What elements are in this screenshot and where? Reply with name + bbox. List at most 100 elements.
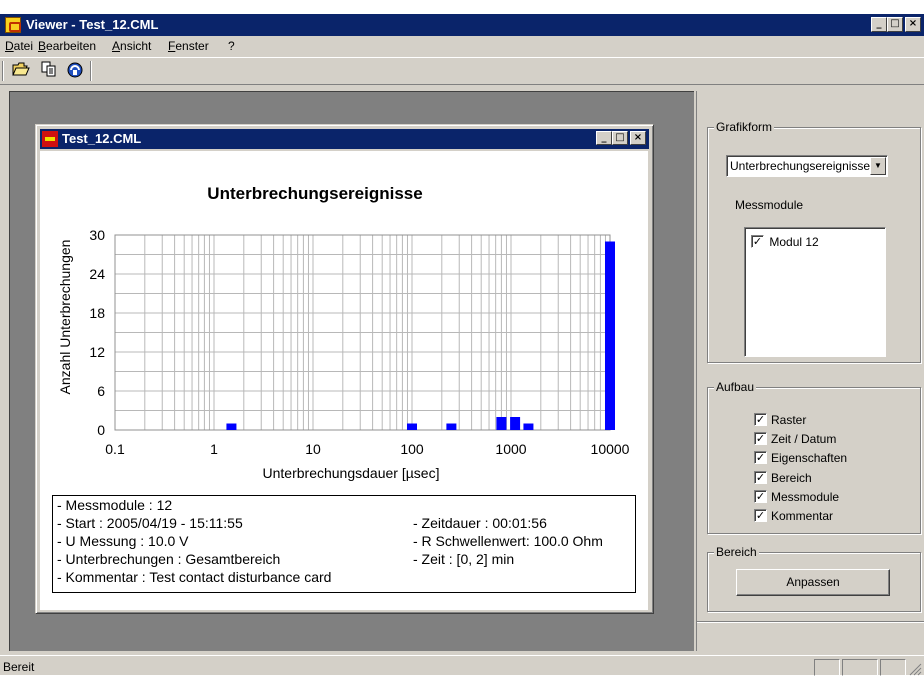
info-zeit: - Zeit : [0, 2] min bbox=[413, 551, 515, 567]
menu-bar: Datei Bearbeiten Ansicht Fenster ? bbox=[0, 36, 924, 55]
grid bbox=[114, 234, 611, 431]
minimize-icon[interactable]: _ bbox=[596, 131, 612, 145]
network-icon[interactable] bbox=[64, 61, 86, 81]
close-icon[interactable]: × bbox=[905, 17, 921, 32]
copy-icon[interactable] bbox=[38, 61, 60, 81]
viewer-app-window: Viewer - Test_12.CML _ □ × Datei Bearbei… bbox=[0, 14, 924, 676]
status-text: Bereit bbox=[3, 660, 35, 674]
option-messmodule[interactable]: ✓ Messmodule bbox=[754, 489, 839, 504]
menu-fenster[interactable]: Fenster bbox=[168, 39, 209, 53]
bereich-title: Bereich bbox=[714, 545, 759, 559]
mdi-client-area: Test_12.CML _ □ × Unterbrechungsereignis… bbox=[9, 91, 694, 651]
grafikform-group: Grafikform Unterbrechungsereignisse ▼ Me… bbox=[707, 120, 921, 363]
module-label: Modul 12 bbox=[769, 234, 819, 249]
option-raster[interactable]: ✓ Raster bbox=[754, 412, 806, 427]
checkbox-checked-icon[interactable]: ✓ bbox=[754, 432, 767, 446]
title-bar[interactable]: Viewer - Test_12.CML _ □ × bbox=[0, 14, 924, 36]
aufbau-group: Aufbau ✓ Raster ✓ Zeit / Datum ✓ Eigenschaf… bbox=[707, 380, 921, 534]
bar bbox=[510, 417, 521, 430]
chart-window[interactable]: Test_12.CML _ □ × Unterbrechungsereignis… bbox=[35, 124, 654, 614]
chart-window-title-bar[interactable]: Test_12.CML _ □ × bbox=[40, 129, 649, 149]
grafikform-selected: Unterbrechungsereignisse bbox=[730, 159, 871, 173]
x-tick-label: 10 bbox=[305, 441, 321, 457]
menu-ansicht[interactable]: Ansicht bbox=[112, 39, 151, 53]
maximize-icon[interactable]: □ bbox=[612, 131, 628, 145]
info-u-messung: - U Messung : 10.0 V bbox=[57, 533, 189, 549]
bar bbox=[446, 423, 457, 430]
info-start: - Start : 2005/04/19 - 15:11:55 bbox=[57, 515, 243, 531]
resize-grip-icon[interactable] bbox=[908, 662, 922, 676]
x-tick-label: 1000 bbox=[495, 441, 526, 457]
option-label: Messmodule bbox=[771, 489, 840, 504]
chart-window-caption-buttons: _ □ × bbox=[596, 131, 646, 145]
minimize-icon[interactable]: _ bbox=[871, 17, 887, 32]
checkbox-checked-icon[interactable]: ✓ bbox=[754, 471, 767, 485]
checkbox-checked-icon[interactable]: ✓ bbox=[754, 451, 767, 465]
toolbar bbox=[0, 57, 924, 85]
x-tick-label: 10000 bbox=[591, 441, 630, 457]
chart-window-icon[interactable] bbox=[42, 131, 58, 147]
option-kommentar[interactable]: ✓ Kommentar bbox=[754, 508, 833, 523]
panel-divider bbox=[697, 621, 924, 623]
y-tick-label: 24 bbox=[89, 266, 105, 282]
status-panel bbox=[842, 659, 878, 676]
checkbox-checked-icon[interactable]: ✓ bbox=[751, 235, 764, 249]
checkbox-checked-icon[interactable]: ✓ bbox=[754, 413, 767, 427]
chart-window-title: Test_12.CML bbox=[62, 131, 142, 146]
y-tick-label: 30 bbox=[89, 227, 105, 243]
messmodule-label: Messmodule bbox=[735, 198, 804, 212]
info-unterbrechungen: - Unterbrechungen : Gesamtbereich bbox=[57, 551, 281, 567]
ticks: 0.1 1 10 100 1000 10000 0 6 12 18 24 30 bbox=[89, 227, 629, 457]
bar bbox=[407, 423, 417, 430]
module-item[interactable]: ✓ Modul 12 bbox=[751, 234, 819, 249]
toolbar-grip bbox=[2, 61, 4, 81]
x-tick-label: 1 bbox=[210, 441, 218, 457]
y-tick-label: 6 bbox=[97, 383, 105, 399]
option-label: Zeit / Datum bbox=[771, 431, 837, 446]
window-title: Viewer - Test_12.CML bbox=[26, 17, 159, 32]
grafikform-title: Grafikform bbox=[714, 120, 775, 134]
info-zeitdauer: - Zeitdauer : 00:01:56 bbox=[413, 515, 547, 531]
bars bbox=[226, 241, 615, 430]
maximize-icon[interactable]: □ bbox=[887, 17, 903, 32]
anpassen-button[interactable]: Anpassen bbox=[736, 569, 890, 596]
menu-bearbeiten[interactable]: Bearbeiten bbox=[38, 39, 96, 53]
x-tick-label: 0.1 bbox=[105, 441, 125, 457]
bar bbox=[605, 241, 615, 430]
info-r-schwellenwert: - R Schwellenwert: 100.0 Ohm bbox=[413, 533, 603, 549]
x-tick-label: 100 bbox=[400, 441, 424, 457]
open-folder-icon[interactable] bbox=[10, 61, 32, 81]
x-axis-label: Unterbrechungsdauer [µsec] bbox=[263, 465, 440, 481]
app-icon[interactable] bbox=[5, 17, 21, 33]
option-zeit-datum[interactable]: ✓ Zeit / Datum bbox=[754, 431, 836, 446]
bar bbox=[496, 417, 507, 430]
bereich-group: Bereich Anpassen bbox=[707, 545, 921, 612]
option-eigenschaften[interactable]: ✓ Eigenschaften bbox=[754, 450, 847, 465]
module-list[interactable]: ✓ Modul 12 bbox=[744, 227, 886, 357]
chart-client: Unterbrechungsereignisse Unterbrechungsd… bbox=[40, 151, 648, 610]
option-bereich[interactable]: ✓ Bereich bbox=[754, 470, 812, 485]
status-bar: Bereit bbox=[0, 655, 924, 676]
toolbar-separator bbox=[90, 61, 92, 81]
chart-title: Unterbrechungsereignisse bbox=[207, 184, 422, 203]
menu-datei[interactable]: Datei bbox=[5, 39, 33, 53]
option-label: Kommentar bbox=[771, 508, 834, 523]
aufbau-title: Aufbau bbox=[714, 380, 757, 394]
grafikform-select[interactable]: Unterbrechungsereignisse ▼ bbox=[726, 155, 888, 177]
checkbox-checked-icon[interactable]: ✓ bbox=[754, 509, 767, 523]
info-kommentar: - Kommentar : Test contact disturbance c… bbox=[57, 569, 332, 585]
menu-help[interactable]: ? bbox=[228, 39, 235, 53]
y-tick-label: 18 bbox=[89, 305, 105, 321]
chevron-down-icon[interactable]: ▼ bbox=[870, 157, 886, 175]
y-tick-label: 12 bbox=[89, 344, 105, 360]
caption-buttons: _ □ × bbox=[871, 17, 921, 32]
y-axis-label: Anzahl Unterbrechungen bbox=[57, 240, 73, 395]
info-messmodule: - Messmodule : 12 bbox=[57, 497, 173, 513]
close-icon[interactable]: × bbox=[630, 131, 646, 145]
bar bbox=[226, 423, 237, 430]
option-label: Raster bbox=[771, 412, 807, 427]
option-label: Bereich bbox=[771, 470, 812, 485]
option-label: Eigenschaften bbox=[771, 450, 848, 465]
info-box: - Messmodule : 12 - Start : 2005/04/19 -… bbox=[52, 495, 636, 593]
checkbox-checked-icon[interactable]: ✓ bbox=[754, 490, 767, 504]
